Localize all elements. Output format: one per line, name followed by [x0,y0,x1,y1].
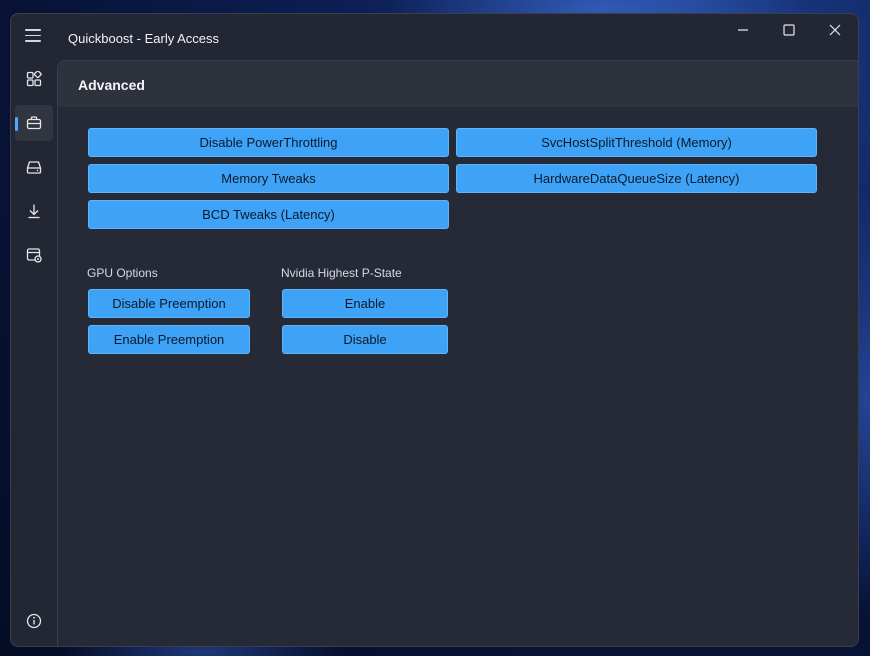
svchost-split-threshold-button[interactable]: SvcHostSplitThreshold (Memory) [456,128,817,157]
download-icon [28,204,40,219]
memory-tweaks-button[interactable]: Memory Tweaks [88,164,449,193]
drive-icon [26,161,42,174]
toolbox-icon [26,116,42,130]
selected-indicator [15,117,18,131]
app-window: Quickboost - Early Access Advanced Disab… [10,13,859,647]
title-bar: Quickboost - Early Access [11,14,858,60]
sidebar-item-window-settings[interactable] [15,237,53,273]
nvidia-pstate-enable-button[interactable]: Enable [282,289,448,318]
info-icon [26,613,42,629]
page-title: Advanced [78,77,145,93]
sidebar-item-info[interactable] [15,603,53,639]
minimize-icon [738,29,748,31]
bcd-tweaks-button[interactable]: BCD Tweaks (Latency) [88,200,449,229]
close-button[interactable] [812,14,858,46]
close-icon [829,24,841,36]
window-controls [720,14,858,46]
minimize-button[interactable] [720,14,766,46]
app-title: Quickboost - Early Access [68,31,219,46]
disable-power-throttling-button[interactable]: Disable PowerThrottling [88,128,449,157]
enable-preemption-button[interactable]: Enable Preemption [88,325,250,354]
sidebar-item-download[interactable] [15,193,53,229]
disable-preemption-button[interactable]: Disable Preemption [88,289,250,318]
apps-icon [26,71,42,87]
sidebar-item-apps[interactable] [15,61,53,97]
sidebar-item-drive[interactable] [15,149,53,185]
hardware-data-queue-size-button[interactable]: HardwareDataQueueSize (Latency) [456,164,817,193]
page-header: Advanced [58,61,858,107]
hamburger-menu-icon[interactable] [25,29,41,42]
nvidia-pstate-label: Nvidia Highest P-State [281,266,402,280]
window-settings-icon [26,248,42,263]
nvidia-pstate-disable-button[interactable]: Disable [282,325,448,354]
content-area: Advanced Disable PowerThrottling SvcHost… [57,60,858,646]
sidebar [11,60,57,646]
maximize-button[interactable] [766,14,812,46]
maximize-icon [783,24,795,36]
sidebar-item-toolbox[interactable] [15,105,53,141]
gpu-options-label: GPU Options [87,266,158,280]
